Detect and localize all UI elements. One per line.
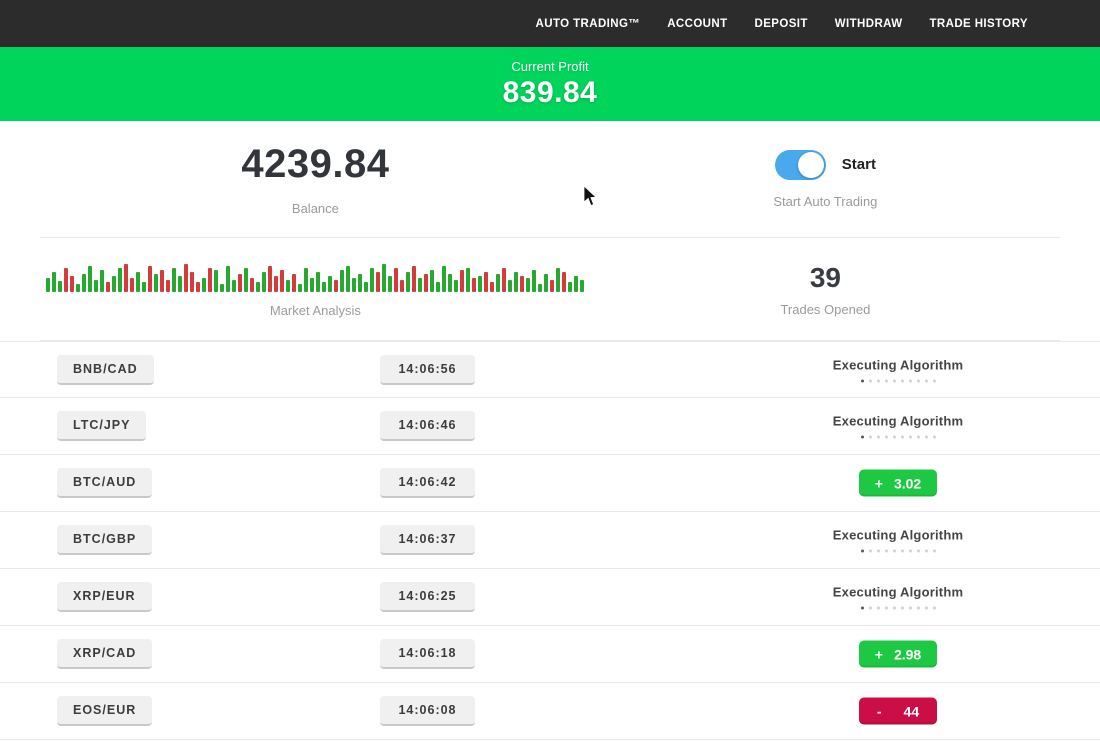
time-badge: 14:06:25	[380, 582, 475, 612]
trades-opened-block: 39 Trades Opened	[591, 238, 1060, 340]
nav-item-trade-history[interactable]: TRADE HISTORY	[930, 18, 1029, 30]
time-badge: 14:06:37	[380, 525, 475, 555]
loss-badge: - 44	[859, 698, 937, 725]
current-profit-value: 839.84	[503, 76, 598, 110]
table-row: LTC/JPY 14:06:46 Executing Algorithm	[0, 398, 1100, 455]
pair-badge: LTC/JPY	[57, 411, 146, 441]
status-cell: + 2.98	[798, 641, 998, 668]
progress-dots	[861, 550, 936, 553]
time-badge: 14:06:46	[380, 411, 475, 441]
balance-block: 4239.84 Balance	[40, 121, 591, 237]
current-profit-banner: Current Profit 839.84	[0, 47, 1100, 121]
pair-badge: XRP/EUR	[57, 582, 152, 612]
table-row: EOS/EUR 14:06:08 - 44	[0, 683, 1100, 740]
stats-row-bottom: Market Analysis 39 Trades Opened	[40, 238, 1060, 340]
trades-opened-label: Trades Opened	[780, 302, 870, 317]
auto-trading-label: Start Auto Trading	[773, 194, 877, 209]
pair-badge: XRP/CAD	[57, 639, 152, 669]
trades-opened-value: 39	[810, 262, 841, 294]
status-cell: + 3.02	[798, 470, 998, 497]
status-cell: Executing Algorithm	[798, 357, 998, 382]
pair-badge: BTC/AUD	[57, 468, 152, 498]
trades-list: BNB/CAD 14:06:56 Executing Algorithm LTC…	[0, 341, 1100, 740]
table-row: BNB/CAD 14:06:56 Executing Algorithm	[0, 341, 1100, 398]
table-row: BTC/GBP 14:06:37 Executing Algorithm	[0, 512, 1100, 569]
progress-dots	[861, 379, 936, 382]
table-row: BTC/AUD 14:06:42 + 3.02	[0, 455, 1100, 512]
top-nav: AUTO TRADING™ ACCOUNT DEPOSIT WITHDRAW T…	[0, 0, 1100, 47]
profit-value: 3.02	[894, 475, 921, 491]
nav-item-account[interactable]: ACCOUNT	[667, 18, 727, 30]
balance-value: 4239.84	[241, 142, 389, 187]
table-row: XRP/CAD 14:06:18 + 2.98	[0, 626, 1100, 683]
balance-label: Balance	[292, 201, 339, 216]
nav-item-withdraw[interactable]: WITHDRAW	[835, 18, 903, 30]
profit-badge: + 2.98	[859, 641, 937, 668]
toggle-knob	[798, 152, 824, 178]
loss-value: 44	[904, 703, 920, 719]
profit-value: 2.98	[894, 646, 921, 662]
status-executing-label: Executing Algorithm	[833, 528, 963, 543]
pair-badge: BTC/GBP	[57, 525, 152, 555]
progress-dots	[861, 436, 936, 439]
status-cell: - 44	[798, 698, 998, 725]
profit-badge: + 3.02	[859, 470, 937, 497]
toggle-label: Start	[842, 156, 876, 173]
market-analysis-chart	[46, 260, 584, 292]
loss-sign: -	[877, 703, 882, 719]
pair-badge: BNB/CAD	[57, 355, 154, 385]
table-row: XRP/EUR 14:06:25 Executing Algorithm	[0, 569, 1100, 626]
pair-badge: EOS/EUR	[57, 696, 152, 726]
status-executing-label: Executing Algorithm	[833, 585, 963, 600]
profit-sign: +	[875, 646, 883, 662]
auto-trading-block: Start Start Auto Trading	[591, 121, 1060, 237]
status-executing-label: Executing Algorithm	[833, 414, 963, 429]
time-badge: 14:06:42	[380, 468, 475, 498]
stats-row-top: 4239.84 Balance Start Start Auto Trading	[40, 121, 1060, 237]
time-badge: 14:06:18	[380, 639, 475, 669]
auto-trading-toggle[interactable]	[775, 150, 826, 180]
market-analysis-label: Market Analysis	[270, 303, 361, 318]
nav-item-auto-trading[interactable]: AUTO TRADING™	[536, 18, 641, 30]
status-cell: Executing Algorithm	[798, 585, 998, 610]
status-cell: Executing Algorithm	[798, 528, 998, 553]
time-badge: 14:06:08	[380, 696, 475, 726]
profit-sign: +	[875, 475, 883, 491]
current-profit-label: Current Profit	[511, 59, 588, 74]
progress-dots	[861, 607, 936, 610]
market-analysis-block: Market Analysis	[40, 238, 591, 340]
status-executing-label: Executing Algorithm	[833, 357, 963, 372]
time-badge: 14:06:56	[380, 355, 475, 385]
nav-item-deposit[interactable]: DEPOSIT	[755, 18, 808, 30]
auto-trading-page: AUTO TRADING™ ACCOUNT DEPOSIT WITHDRAW T…	[0, 0, 1100, 742]
status-cell: Executing Algorithm	[798, 414, 998, 439]
